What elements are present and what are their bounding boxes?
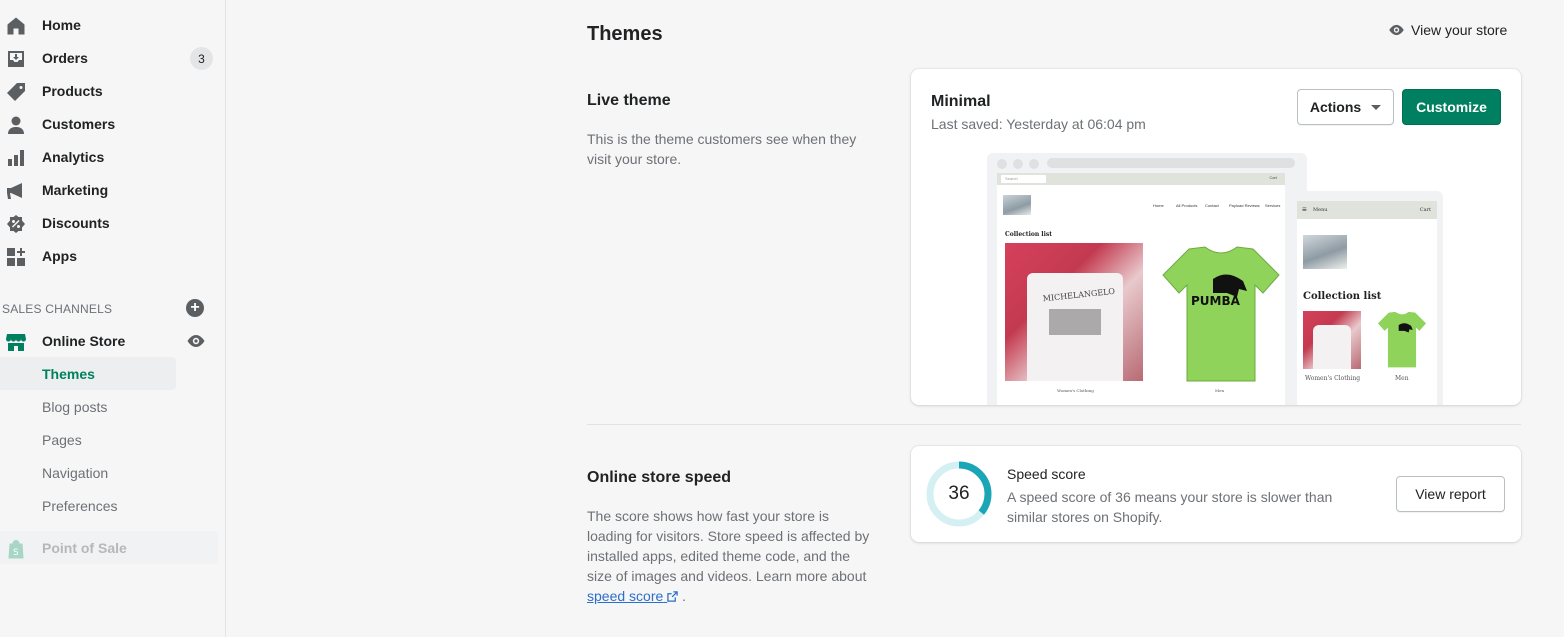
- sidebar-item-label: Analytics: [42, 149, 105, 165]
- preview-mobile-header: ≡ Menu Cart: [1297, 201, 1437, 219]
- preview-nav-item: Services: [1265, 203, 1281, 208]
- sidebar-item-label: Marketing: [42, 182, 109, 198]
- preview-mobile-mens-image: [1377, 311, 1427, 368]
- sidebar-subitem-label: Themes: [42, 366, 95, 382]
- speed-score-title: Speed score: [1007, 466, 1086, 482]
- bar-chart-icon: [6, 148, 26, 168]
- theme-preview-desktop: Search Cart Home All Products Contact Pa…: [987, 153, 1307, 405]
- caret-down-icon: [1371, 104, 1382, 110]
- preview-nav-item: Home: [1153, 203, 1164, 208]
- preview-logo-image: [1003, 195, 1031, 215]
- actions-label: Actions: [1309, 99, 1362, 115]
- customize-button[interactable]: Customize: [1402, 89, 1501, 125]
- preview-mobile-menu: Menu: [1313, 207, 1328, 213]
- hamburger-icon: ≡: [1302, 205, 1307, 214]
- speed-score-value: 36: [948, 483, 970, 504]
- actions-dropdown-button[interactable]: Actions: [1297, 89, 1394, 125]
- preview-mobile-collection-title: Collection list: [1303, 291, 1382, 302]
- speed-score-card: 36 Speed score A speed score of 36 means…: [911, 446, 1521, 542]
- theme-preview-mobile: ≡ Menu Cart Collection list Women's Clot…: [1291, 191, 1443, 405]
- preview-mobile-site: ≡ Menu Cart Collection list Women's Clot…: [1297, 201, 1437, 405]
- preview-mobile-caption: Men: [1395, 375, 1409, 382]
- sidebar-subitem-blog-posts[interactable]: Blog posts: [0, 390, 176, 423]
- preview-topbar: Search Cart: [997, 173, 1285, 185]
- preview-site: Search Cart Home All Products Contact Pa…: [997, 173, 1285, 405]
- eye-icon: [1389, 24, 1404, 36]
- sidebar-subitem-themes[interactable]: Themes: [0, 357, 176, 390]
- view-report-button[interactable]: View report: [1396, 476, 1505, 512]
- section-divider: [587, 424, 1521, 425]
- preview-mobile-caption: Women's Clothing: [1305, 375, 1361, 382]
- preview-mobile-logo-image: [1303, 235, 1347, 269]
- person-icon: [6, 115, 26, 135]
- sidebar-item-label: Products: [42, 83, 103, 99]
- apps-icon: [6, 247, 26, 267]
- sidebar-item-products[interactable]: Products: [0, 74, 226, 107]
- sidebar-subitem-label: Preferences: [42, 498, 118, 514]
- sidebar-item-point-of-sale[interactable]: S Point of Sale: [0, 531, 218, 564]
- sidebar-subitem-preferences[interactable]: Preferences: [0, 489, 176, 522]
- preview-mobile-womens-image: [1303, 311, 1361, 369]
- svg-text:PUMBA: PUMBA: [1191, 294, 1241, 308]
- svg-text:MICHELANGELO: MICHELANGELO: [1042, 287, 1115, 304]
- external-link-icon: [667, 591, 678, 602]
- page-title: Themes: [587, 23, 663, 45]
- sales-channels-heading: SALES CHANNELS: [2, 302, 113, 316]
- browser-address-bar: [1047, 158, 1295, 168]
- view-your-store-link[interactable]: View your store: [1388, 22, 1507, 38]
- view-your-store-label: View your store: [1411, 22, 1508, 38]
- sidebar-item-label: Point of Sale: [42, 540, 127, 556]
- sidebar-subitem-label: Navigation: [42, 465, 109, 481]
- live-theme-card: Minimal Last saved: Yesterday at 06:04 p…: [911, 69, 1521, 405]
- preview-caption: Men: [1215, 388, 1225, 393]
- orders-icon: [6, 49, 26, 69]
- live-theme-heading: Live theme: [587, 92, 671, 109]
- preview-nav-item: Payload Reviews: [1229, 203, 1260, 208]
- home-icon: [6, 16, 26, 36]
- preview-mens-tshirt-image: PUMBA: [1162, 246, 1280, 382]
- online-store-speed-heading: Online store speed: [587, 469, 732, 486]
- sidebar-item-customers[interactable]: Customers: [0, 107, 226, 140]
- sidebar-item-marketing[interactable]: Marketing: [0, 173, 226, 206]
- sidebar-item-analytics[interactable]: Analytics: [0, 140, 226, 173]
- view-store-eye-icon[interactable]: [186, 333, 206, 349]
- sidebar-item-label: Customers: [42, 116, 116, 132]
- megaphone-icon: [6, 181, 26, 201]
- preview-nav-item: Contact: [1205, 203, 1219, 208]
- online-store-speed-description: The score shows how fast your store is l…: [587, 508, 870, 604]
- sidebar-item-discounts[interactable]: Discounts: [0, 206, 226, 239]
- preview-cart: Cart: [1269, 175, 1277, 180]
- sidebar-subitem-label: Blog posts: [42, 399, 108, 415]
- sidebar-item-label: Home: [42, 17, 81, 33]
- sidebar-subitem-navigation[interactable]: Navigation: [0, 456, 176, 489]
- sidebar-item-label: Apps: [42, 248, 77, 264]
- orders-count-badge: 3: [190, 47, 213, 70]
- theme-last-saved: Last saved: Yesterday at 06:04 pm: [931, 116, 1146, 132]
- sidebar-subitem-label: Pages: [42, 432, 82, 448]
- speed-score-description: A speed score of 36 means your store is …: [1007, 489, 1333, 525]
- sidebar-item-label: Online Store: [42, 333, 126, 349]
- sidebar-item-label: Orders: [42, 50, 88, 66]
- preview-collection-title: Collection list: [1005, 231, 1053, 238]
- store-icon: [6, 332, 26, 352]
- sidebar: Home Orders 3 Products Customers Analyti…: [0, 0, 226, 637]
- discount-icon: [6, 214, 26, 234]
- sidebar-item-label: Discounts: [42, 215, 110, 231]
- preview-mobile-cart: Cart: [1419, 207, 1431, 213]
- shopify-bag-icon: S: [6, 539, 26, 559]
- add-sales-channel-button[interactable]: +: [186, 299, 204, 317]
- tag-icon: [6, 82, 26, 102]
- sidebar-item-apps[interactable]: Apps: [0, 239, 226, 272]
- preview-search: Search: [1001, 175, 1046, 183]
- preview-nav-item: All Products: [1176, 203, 1198, 208]
- live-theme-description: This is the theme customers see when the…: [587, 131, 857, 167]
- browser-window-dots: [997, 159, 1039, 169]
- preview-womens-tshirt-image: MICHELANGELO: [1005, 243, 1143, 381]
- theme-name: Minimal: [931, 93, 991, 110]
- speed-score-link[interactable]: speed score: [587, 588, 678, 604]
- sidebar-subitem-pages[interactable]: Pages: [0, 423, 176, 456]
- preview-caption: Women's Clothing: [1057, 388, 1094, 393]
- sidebar-item-home[interactable]: Home: [0, 8, 226, 41]
- svg-text:S: S: [13, 548, 19, 558]
